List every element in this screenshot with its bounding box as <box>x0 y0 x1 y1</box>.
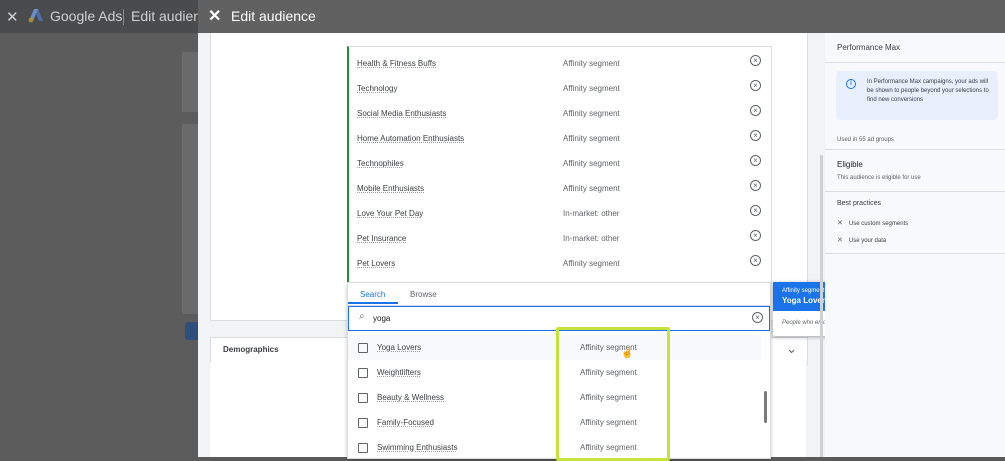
best-practice-text: Use your data <box>848 238 887 244</box>
remove-icon[interactable]: × <box>750 55 761 66</box>
x-icon: ✕ <box>837 237 843 244</box>
divider <box>825 149 1005 150</box>
segment-type: In-market: other <box>563 234 620 243</box>
selected-segment-row: Pet Insurance In-market: other × <box>349 226 769 251</box>
checkbox[interactable] <box>358 368 368 378</box>
selected-segment-row: Health & Fitness Buffs Affinity segment … <box>349 51 769 76</box>
remove-icon[interactable]: × <box>750 205 761 216</box>
search-icon: ⌕ <box>359 311 365 322</box>
selected-segment-row: Social Media Enthusiasts Affinity segmen… <box>349 101 769 126</box>
search-result-row[interactable]: Swimming Enthusiasts Affinity segment <box>348 435 761 460</box>
sidebar-divider <box>820 155 823 457</box>
remove-icon[interactable]: × <box>750 80 761 91</box>
close-icon[interactable]: ✕ <box>6 8 19 26</box>
used-in-count: Used in 55 ad groups <box>837 137 895 143</box>
result-name[interactable]: Swimming Enthusiasts <box>377 443 457 452</box>
background-button <box>185 322 198 340</box>
chevron-down-icon[interactable]: ⌄ <box>786 341 797 357</box>
best-practice-item: ✕ Use custom segments <box>837 219 908 227</box>
selected-segment-row: Love Your Pet Day In-market: other × <box>349 201 769 226</box>
result-name[interactable]: Beauty & Wellness <box>377 393 444 402</box>
background-card <box>182 124 198 314</box>
segment-name[interactable]: Pet Insurance <box>357 234 406 243</box>
remove-icon[interactable]: × <box>750 230 761 241</box>
info-box: i In Performance Max campaigns, your ads… <box>836 71 998 120</box>
divider <box>825 191 1005 192</box>
segment-name[interactable]: Pet Lovers <box>357 259 395 268</box>
search-input[interactable]: yoga <box>373 314 390 323</box>
modal-header: ✕ Edit audience <box>198 0 1005 33</box>
selected-segment-row: Home Automation Enthusiasts Affinity seg… <box>349 126 769 151</box>
selected-segment-row: Technophiles Affinity segment × <box>349 151 769 176</box>
segment-type-highlight <box>556 327 670 461</box>
separator <box>123 9 124 25</box>
best-practice-text: Use custom segments <box>848 221 909 227</box>
clear-search-icon[interactable]: × <box>752 312 763 323</box>
brand-name: Google Ads <box>50 8 123 24</box>
segment-name[interactable]: Technology <box>357 84 397 93</box>
right-sidebar: Performance Max i In Performance Max cam… <box>825 33 1005 457</box>
remove-icon[interactable]: × <box>750 155 761 166</box>
background-card <box>182 52 198 112</box>
divider <box>825 62 1005 63</box>
search-result-row[interactable]: Beauty & Wellness Affinity segment <box>348 385 761 410</box>
remove-icon[interactable]: × <box>750 180 761 191</box>
remove-icon[interactable]: × <box>750 105 761 116</box>
hand-cursor-icon: ☝ <box>621 348 634 359</box>
checkbox[interactable] <box>358 418 368 428</box>
selected-segment-row: Pet Lovers Affinity segment × <box>349 251 769 276</box>
checkbox[interactable] <box>358 343 368 353</box>
segment-name[interactable]: Health & Fitness Buffs <box>357 59 436 68</box>
active-tab-indicator <box>348 302 398 304</box>
info-text: In Performance Max campaigns, your ads w… <box>867 79 989 103</box>
selected-segment-row: Mobile Enthusiasts Affinity segment × <box>349 176 769 201</box>
performance-max-heading: Performance Max <box>837 43 901 52</box>
segment-name[interactable]: Social Media Enthusiasts <box>357 109 446 118</box>
modal-title: Edit audience <box>231 8 316 24</box>
tab-search[interactable]: Search <box>360 290 385 299</box>
google-ads-logo-icon <box>28 9 43 23</box>
best-practices-heading: Best practices <box>837 200 881 207</box>
segment-name[interactable]: Technophiles <box>357 159 404 168</box>
remove-icon[interactable]: × <box>750 255 761 266</box>
search-result-row[interactable]: Yoga Lovers Affinity segment <box>348 335 761 360</box>
segment-type: Affinity segment <box>563 259 620 268</box>
segment-type: Affinity segment <box>563 159 620 168</box>
search-result-row[interactable]: Family-Focused Affinity segment <box>348 410 761 435</box>
picker-tabs: Search Browse <box>348 283 770 306</box>
best-practice-item: ✕ Use your data <box>837 236 886 244</box>
checkbox[interactable] <box>358 443 368 453</box>
segment-type: In-market: other <box>563 209 620 218</box>
segment-name[interactable]: Mobile Enthusiasts <box>357 184 424 193</box>
segment-type: Affinity segment <box>563 59 620 68</box>
selected-segments-list: Health & Fitness Buffs Affinity segment … <box>347 46 772 284</box>
result-name[interactable]: Family-Focused <box>377 418 434 427</box>
segment-type: Affinity segment <box>563 84 620 93</box>
segment-name[interactable]: Home Automation Enthusiasts <box>357 134 464 143</box>
eligible-description: This audience is eligible for use <box>837 175 921 181</box>
selected-segment-row: Technology Affinity segment × <box>349 76 769 101</box>
segment-name[interactable]: Love Your Pet Day <box>357 209 423 218</box>
checkbox[interactable] <box>358 393 368 403</box>
eligible-status: Eligible <box>837 160 863 169</box>
segment-type: Affinity segment <box>563 109 620 118</box>
divider <box>825 253 1005 254</box>
result-name[interactable]: Yoga Lovers <box>377 343 421 352</box>
tab-browse[interactable]: Browse <box>410 290 437 299</box>
x-icon: ✕ <box>837 220 843 227</box>
search-result-row[interactable]: Weightlifters Affinity segment <box>348 360 761 385</box>
results-scrollbar[interactable] <box>764 391 767 423</box>
background-content <box>0 33 198 457</box>
remove-icon[interactable]: × <box>750 130 761 141</box>
result-name[interactable]: Weightlifters <box>377 368 421 377</box>
tooltip-kind: Affinity segment <box>782 288 825 294</box>
close-modal-icon[interactable]: ✕ <box>208 6 221 26</box>
segment-type: Affinity segment <box>563 134 620 143</box>
demographics-label: Demographics <box>223 345 279 354</box>
segment-type: Affinity segment <box>563 184 620 193</box>
info-icon: i <box>846 79 856 89</box>
